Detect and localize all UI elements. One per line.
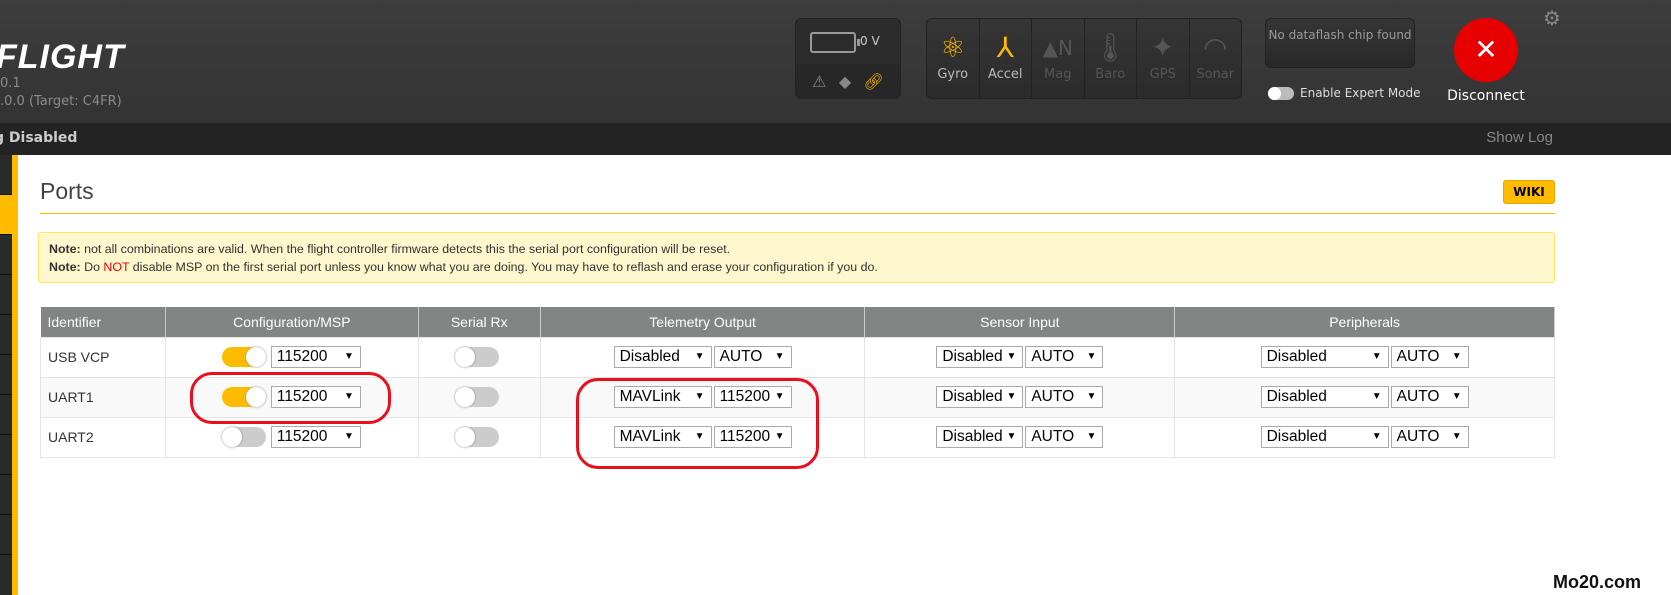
sidebar-item[interactable] — [0, 395, 12, 435]
serial-rx-toggle[interactable] — [455, 427, 500, 447]
annotation-circle — [576, 378, 819, 469]
peripherals-select[interactable]: Disabled — [1260, 386, 1389, 408]
port-identifier: USB VCP — [40, 336, 166, 378]
sensor-sonar: ◠ Sonar — [1189, 19, 1241, 98]
title-divider — [40, 213, 1555, 214]
msp-baud-select[interactable]: 115200 — [270, 426, 361, 448]
peripherals-select[interactable]: Disabled — [1260, 426, 1389, 448]
sidebar-item[interactable] — [0, 235, 12, 275]
column-header: Telemetry Output — [540, 307, 866, 337]
sidebar-item[interactable] — [0, 515, 12, 555]
sensor-baud-select[interactable]: AUTO — [1025, 386, 1104, 408]
msp-toggle[interactable] — [221, 427, 266, 447]
toggle-switch[interactable] — [1268, 86, 1294, 100]
page-title: Ports — [40, 178, 94, 204]
firmware-version: .0.0 (Target: C4FR) — [0, 94, 122, 109]
msp-baud-select[interactable]: 115200 — [270, 346, 361, 368]
gyro-icon: ⚛ — [940, 31, 966, 64]
sidebar-accent — [12, 155, 18, 595]
mag-icon: ▲N — [1042, 36, 1073, 60]
logo: FLIGHT — [0, 38, 125, 76]
sidebar-item[interactable] — [0, 435, 12, 475]
configurator-version: 0.1 — [0, 76, 21, 91]
battery-voltage: 0 V — [860, 34, 880, 48]
sidebar — [0, 155, 12, 595]
sensor-baro: 🌡︎ Baro — [1084, 19, 1137, 98]
msp-toggle[interactable] — [221, 347, 266, 367]
sidebar-item[interactable] — [0, 315, 12, 355]
thermometer-icon: 🌡︎ — [1092, 31, 1129, 64]
serial-rx-toggle[interactable] — [455, 387, 500, 407]
peripherals-baud-select[interactable]: AUTO — [1390, 386, 1469, 408]
expert-mode-toggle[interactable]: Enable Expert Mode — [1268, 86, 1421, 100]
table-row: USB VCP 115200 DisabledAUTO DisabledAUTO… — [40, 336, 1555, 378]
port-identifier: UART2 — [40, 416, 166, 458]
note-box: Note: not all combinations are valid. Wh… — [38, 232, 1555, 283]
accel-icon: ⅄ — [996, 31, 1014, 64]
parachute-icon: ◆ — [838, 72, 852, 91]
column-header: Peripherals — [1174, 307, 1555, 337]
sensor-accel: ⅄ Accel — [979, 19, 1032, 98]
sidebar-item[interactable] — [0, 475, 12, 515]
peripherals-baud-select[interactable]: AUTO — [1390, 426, 1469, 448]
sensor-gps: ✦ GPS — [1137, 19, 1190, 98]
sidebar-item[interactable] — [0, 355, 12, 395]
gear-icon[interactable]: ⚙ — [1543, 6, 1561, 30]
column-header: Identifier — [40, 307, 166, 337]
column-header: Configuration/MSP — [165, 307, 419, 337]
sonar-icon: ◠ — [1203, 31, 1228, 64]
dataflash-status: No dataflash chip found — [1265, 18, 1415, 68]
show-log-button[interactable]: Show Log — [1486, 123, 1553, 153]
column-header: Sensor Input — [864, 307, 1176, 337]
battery-panel: 0 V ⚠ ◆ 🔗︎ — [795, 18, 901, 99]
satellite-icon: ✦ — [1151, 31, 1175, 64]
link-icon: 🔗︎ — [863, 72, 884, 91]
peripherals-baud-select[interactable]: AUTO — [1390, 346, 1469, 368]
warning-icon: ⚠ — [812, 72, 827, 91]
status-bar: g Disabled Show Log — [0, 123, 1671, 155]
sensor-status-panel: ⚛ Gyro ⅄ Accel ▲N Mag 🌡︎ Baro ✦ GPS ◠ Sonar — [926, 18, 1242, 99]
sensor-gyro: ⚛ Gyro — [927, 19, 980, 98]
wiki-button[interactable]: WIKI — [1503, 180, 1555, 204]
telemetry-baud-select[interactable]: AUTO — [713, 346, 792, 368]
telemetry-select[interactable]: Disabled — [613, 346, 712, 368]
annotation-circle — [190, 372, 391, 424]
header: FLIGHT 0.1 .0.0 (Target: C4FR) 0 V ⚠ ◆ 🔗︎ … — [0, 0, 1671, 123]
logging-status: g Disabled — [0, 130, 78, 146]
sensor-mag: ▲N Mag — [1032, 19, 1085, 98]
sensor-baud-select[interactable]: AUTO — [1025, 346, 1104, 368]
sensor-select[interactable]: Disabled — [936, 346, 1024, 368]
battery-icon — [810, 32, 860, 53]
sensor-select[interactable]: Disabled — [936, 386, 1024, 408]
usb-disconnect-icon: ✕ — [1454, 18, 1518, 82]
sidebar-item[interactable] — [0, 275, 12, 315]
port-identifier: UART1 — [40, 376, 166, 418]
sensor-select[interactable]: Disabled — [936, 426, 1024, 448]
column-header: Serial Rx — [418, 307, 541, 337]
serial-rx-toggle[interactable] — [455, 347, 500, 367]
sensor-baud-select[interactable]: AUTO — [1025, 426, 1104, 448]
disconnect-button[interactable]: ✕ Disconnect — [1440, 18, 1532, 104]
sidebar-item[interactable] — [0, 155, 12, 195]
peripherals-select[interactable]: Disabled — [1260, 346, 1389, 368]
sidebar-item-ports[interactable] — [0, 195, 12, 235]
watermark: Mo20.com — [1553, 572, 1642, 592]
